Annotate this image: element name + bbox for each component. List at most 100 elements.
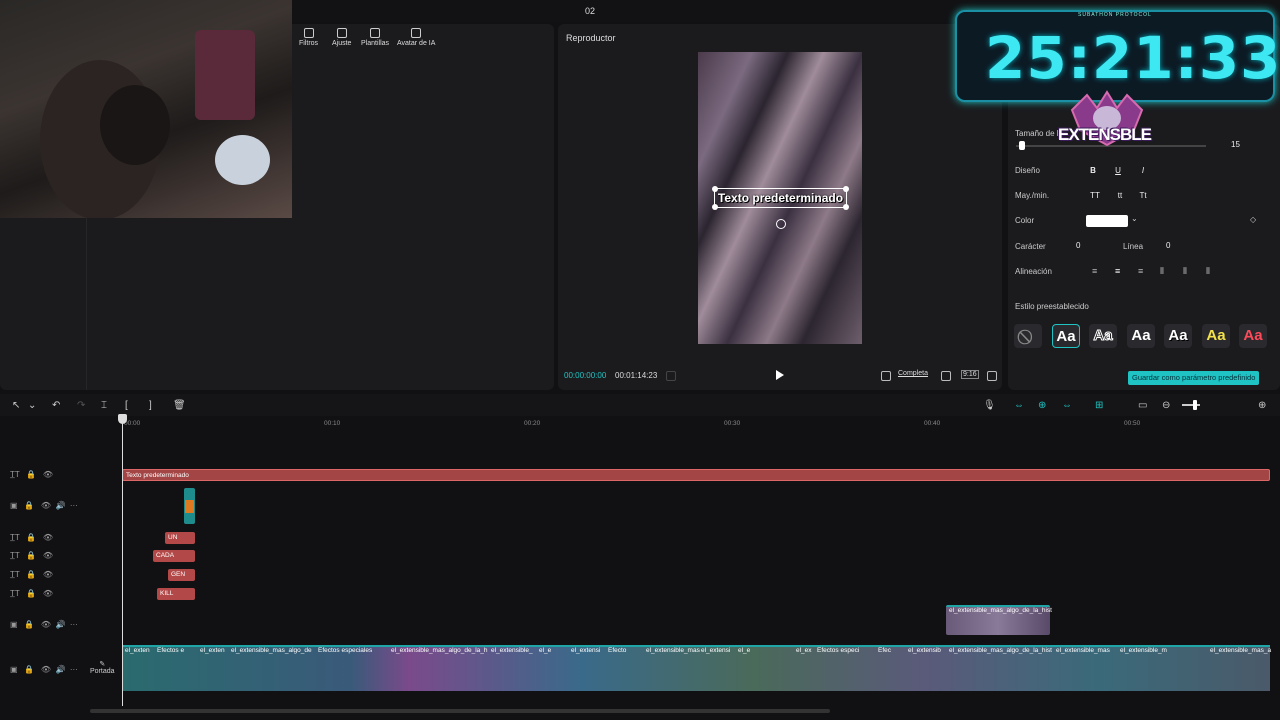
align-vertical-center-icon[interactable]: ⦀: [1183, 266, 1187, 277]
redo-icon[interactable]: ↷: [77, 400, 85, 411]
sliders-icon: [336, 28, 347, 38]
preset-style[interactable]: Aa: [1239, 324, 1267, 348]
char-spacing-input[interactable]: 0: [1076, 239, 1110, 253]
webcam-poster: [195, 30, 255, 120]
delete-icon[interactable]: 🗑: [173, 400, 186, 411]
main-clip-label: el_extensible_mas_algo_de_la_hist: [949, 647, 1052, 654]
split-icon[interactable]: ⌶: [101, 400, 107, 411]
char-spacing-label: Carácter: [1015, 242, 1046, 251]
select-tool-icon[interactable]: ↖: [12, 400, 20, 411]
webcam-head: [100, 85, 170, 165]
playhead-handle[interactable]: [118, 414, 127, 424]
save-preset-button[interactable]: Guardar como parámetro predefinido: [1128, 371, 1260, 385]
timeline-scrollbar[interactable]: [90, 709, 830, 713]
track-controls[interactable]: ▣ 🔒 👁 🔊 ···: [10, 665, 78, 674]
zoom-in-icon[interactable]: ⊕: [1258, 400, 1266, 411]
text-clip[interactable]: CADA: [153, 550, 195, 562]
align-center-icon[interactable]: ≡: [1115, 266, 1120, 276]
ruler-tick: 00:50: [1124, 420, 1141, 427]
caption-icon[interactable]: ▭: [1138, 400, 1147, 411]
aspect-ratio-button[interactable]: 9:16: [961, 370, 979, 379]
preset-style[interactable]: Aa: [1089, 324, 1117, 348]
zoom-out-icon[interactable]: ⊖: [1162, 400, 1170, 411]
tool-ai-avatar-label: Avatar de IA: [397, 40, 436, 47]
snap-icon[interactable]: ⇔: [1062, 400, 1072, 411]
text-overlay-box[interactable]: Texto predeterminado: [712, 186, 849, 210]
preview-axis-icon[interactable]: ⊞: [1095, 400, 1103, 411]
microphone-icon[interactable]: 🎙: [983, 400, 996, 411]
text-clip-main[interactable]: Texto predeterminado: [122, 469, 1270, 481]
preset-none-icon[interactable]: ⃠: [1014, 324, 1042, 348]
resize-handle[interactable]: [843, 204, 849, 210]
play-button[interactable]: [776, 370, 784, 380]
tool-ai-avatar[interactable]: Avatar de IA: [397, 28, 435, 47]
underline-button[interactable]: U: [1109, 166, 1127, 175]
timecode-icon[interactable]: [666, 371, 676, 381]
trim-left-icon[interactable]: [: [125, 400, 128, 411]
track-controls[interactable]: ▣ 🔒 👁 🔊 ···: [10, 620, 78, 629]
align-vertical-bottom-icon[interactable]: ⦀: [1206, 266, 1210, 277]
size-slider-knob[interactable]: [1019, 141, 1025, 150]
playhead[interactable]: [122, 416, 123, 706]
line-spacing-input[interactable]: 0: [1166, 239, 1200, 253]
webcam-headphones: [215, 135, 270, 185]
crop-icon[interactable]: [881, 371, 891, 381]
align-right-icon[interactable]: ≡: [1138, 266, 1143, 276]
ruler-tick: 00:40: [924, 420, 941, 427]
zoom-slider[interactable]: [1182, 404, 1200, 406]
ruler-tick: 00:30: [724, 420, 741, 427]
size-input[interactable]: 15: [1231, 138, 1265, 152]
tool-filters[interactable]: Filtros: [299, 28, 318, 47]
tool-adjust[interactable]: Ajuste: [332, 28, 351, 47]
track-controls[interactable]: T̲T 🔒 👁: [10, 551, 53, 560]
main-clip-label: el_extensible_mas_algo_de: [231, 647, 312, 654]
webcam-overlay: [0, 0, 292, 218]
project-name: 02: [585, 6, 596, 16]
preset-style[interactable]: Aa: [1202, 324, 1230, 348]
preset-style[interactable]: Aa: [1052, 324, 1080, 348]
italic-button[interactable]: I: [1134, 166, 1152, 175]
keyframe-icon[interactable]: ◇: [1250, 215, 1256, 224]
resize-handle[interactable]: [712, 204, 718, 210]
color-picker[interactable]: [1086, 215, 1128, 227]
align-vertical-icon[interactable]: ⦀: [1160, 266, 1164, 277]
resize-handle[interactable]: [843, 186, 849, 192]
uppercase-button[interactable]: TT: [1086, 191, 1104, 200]
overlay-subtitle: SUBATHON PROTOCOL: [1078, 12, 1152, 18]
lowercase-button[interactable]: tt: [1111, 191, 1129, 200]
screenshot-icon[interactable]: [941, 371, 951, 381]
cover-button[interactable]: ✎ Portada: [90, 660, 115, 675]
main-clip-label: Efectos e: [157, 647, 185, 654]
text-clip[interactable]: KILL: [157, 588, 195, 600]
preset-style[interactable]: Aa: [1164, 324, 1192, 348]
track-controls[interactable]: T̲T 🔒 👁: [10, 470, 53, 479]
video-editor: 02 Filtros Ajuste Plantillas Avatar de I…: [0, 0, 1280, 720]
align-left-icon[interactable]: ≡: [1092, 266, 1097, 276]
track-controls[interactable]: T̲T 🔒 👁: [10, 589, 53, 598]
fullscreen-icon[interactable]: [987, 371, 997, 381]
track-controls[interactable]: ▣ 🔒 👁 🔊 ···: [10, 501, 78, 510]
link-icon[interactable]: ⇔: [1014, 400, 1024, 411]
magnet-icon[interactable]: ⊕: [1038, 400, 1046, 411]
avatar-icon: [411, 28, 422, 38]
overlay-clip-label: el_extensible_mas_algo_de_la_hist: [949, 607, 1052, 614]
titlecase-button[interactable]: Tt: [1134, 191, 1152, 200]
zoom-slider-knob[interactable]: [1193, 400, 1197, 410]
bold-button[interactable]: B: [1084, 166, 1102, 175]
size-label: Tamaño de la: [1015, 129, 1064, 138]
text-clip[interactable]: UN: [165, 532, 195, 544]
trim-right-icon[interactable]: ]: [149, 400, 152, 411]
undo-icon[interactable]: ↶: [52, 400, 60, 411]
resize-handle[interactable]: [712, 186, 718, 192]
chevron-down-icon[interactable]: ⌄: [1131, 214, 1138, 223]
track-controls[interactable]: T̲T 🔒 👁: [10, 570, 53, 579]
chevron-down-icon[interactable]: ⌄: [28, 400, 36, 411]
text-clip[interactable]: GEN: [168, 569, 195, 581]
tool-templates[interactable]: Plantillas: [361, 28, 389, 47]
rotate-icon[interactable]: [776, 219, 786, 229]
view-mode-dropdown[interactable]: Completa: [898, 370, 928, 377]
line-spacing-label: Línea: [1123, 242, 1144, 251]
track-controls[interactable]: T̲T 🔒 👁: [10, 533, 53, 542]
preset-style[interactable]: Aa: [1127, 324, 1155, 348]
main-clip-label: el_ex: [796, 647, 812, 654]
